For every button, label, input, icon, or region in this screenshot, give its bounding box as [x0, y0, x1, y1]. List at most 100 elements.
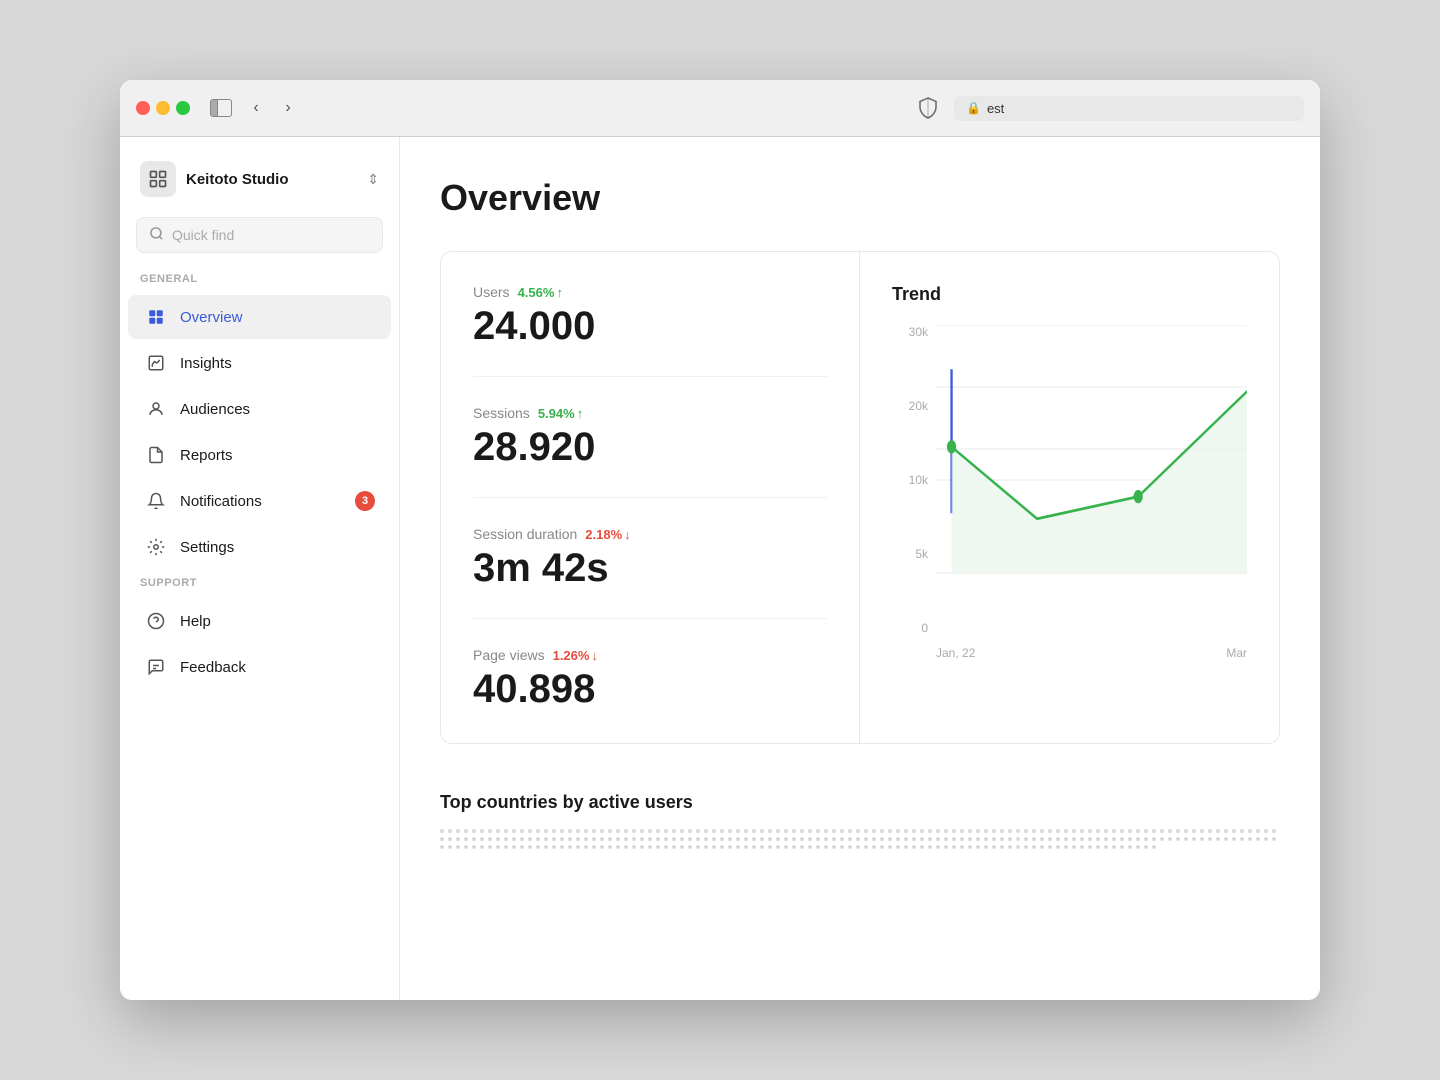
x-label-mar: Mar	[1226, 646, 1247, 660]
map-dot	[984, 837, 988, 841]
forward-button[interactable]: ›	[276, 96, 300, 120]
map-dot	[816, 829, 820, 833]
general-section-label: GENERAL	[120, 273, 399, 293]
map-dot	[1176, 829, 1180, 833]
reports-label: Reports	[180, 447, 375, 464]
workspace-name: Keitoto Studio	[186, 171, 357, 188]
map-dot	[1136, 837, 1140, 841]
map-dot	[512, 845, 516, 849]
map-dot	[1208, 837, 1212, 841]
map-dot	[1064, 837, 1068, 841]
map-dot	[656, 837, 660, 841]
stat-session-duration: Session duration 2.18% ↓ 3m 42s	[473, 526, 827, 619]
map-dot	[528, 829, 532, 833]
map-dot	[1024, 829, 1028, 833]
map-dot	[688, 845, 692, 849]
map-dot	[704, 829, 708, 833]
map-dot	[1112, 829, 1116, 833]
nav-section-general: GENERAL Overview	[120, 273, 399, 569]
map-dot	[1024, 837, 1028, 841]
map-dot	[752, 845, 756, 849]
map-dot	[448, 829, 452, 833]
map-dot	[1128, 837, 1132, 841]
map-dot	[1240, 829, 1244, 833]
map-dot	[952, 829, 956, 833]
map-dot	[608, 845, 612, 849]
map-dot	[968, 837, 972, 841]
map-dot	[864, 845, 868, 849]
map-dot	[736, 845, 740, 849]
map-dot	[1112, 845, 1116, 849]
sidebar-item-help[interactable]: Help	[128, 599, 391, 643]
workspace-header[interactable]: Keitoto Studio ⇕	[120, 157, 399, 217]
map-dot	[920, 837, 924, 841]
stats-panel: Users 4.56% ↑ 24.000 Sessions	[441, 252, 860, 743]
overview-icon	[144, 305, 168, 329]
map-dot	[768, 845, 772, 849]
map-dot	[448, 845, 452, 849]
back-button[interactable]: ‹	[244, 96, 268, 120]
map-dot	[1264, 837, 1268, 841]
feedback-icon	[144, 655, 168, 679]
trend-chart: 30k 20k 10k 5k 0	[892, 325, 1247, 665]
notifications-label: Notifications	[180, 493, 343, 510]
quick-find-search[interactable]: Quick find	[136, 217, 383, 253]
map-dot	[744, 837, 748, 841]
map-dot	[864, 837, 868, 841]
map-dot	[1016, 837, 1020, 841]
sidebar-toggle-icon[interactable]	[210, 99, 232, 117]
map-dot	[1072, 845, 1076, 849]
sidebar-item-reports[interactable]: Reports	[128, 433, 391, 477]
trend-panel: Trend 30k 20k 10k 5k 0	[860, 252, 1279, 743]
sidebar-item-overview[interactable]: Overview	[128, 295, 391, 339]
trend-title: Trend	[892, 284, 1247, 305]
address-bar[interactable]: 🔒 est	[954, 96, 1304, 121]
map-dot	[624, 837, 628, 841]
insights-label: Insights	[180, 355, 375, 372]
stat-sessions-header: Sessions 5.94% ↑	[473, 405, 827, 421]
stat-sessions-value: 28.920	[473, 425, 827, 469]
y-label-10k: 10k	[892, 473, 928, 487]
minimize-button[interactable]	[156, 101, 170, 115]
map-dot	[1136, 829, 1140, 833]
sidebar-item-settings[interactable]: Settings	[128, 525, 391, 569]
map-dot	[872, 829, 876, 833]
sidebar-item-audiences[interactable]: Audiences	[128, 387, 391, 431]
map-dot	[1048, 829, 1052, 833]
world-map	[440, 829, 1280, 949]
map-dot	[480, 845, 484, 849]
map-dot	[1096, 845, 1100, 849]
map-dot	[848, 829, 852, 833]
top-countries-title: Top countries by active users	[440, 792, 1280, 813]
map-dot	[1224, 829, 1228, 833]
stat-pageviews-label: Page views	[473, 647, 545, 663]
content-grid: Users 4.56% ↑ 24.000 Sessions	[440, 251, 1280, 744]
sidebar-item-insights[interactable]: Insights	[128, 341, 391, 385]
maximize-button[interactable]	[176, 101, 190, 115]
overview-label: Overview	[180, 309, 375, 326]
map-dot	[944, 829, 948, 833]
map-dot	[1160, 829, 1164, 833]
map-dot	[1032, 837, 1036, 841]
map-dot	[1040, 845, 1044, 849]
map-dot	[760, 829, 764, 833]
map-dot	[680, 829, 684, 833]
map-dot	[816, 845, 820, 849]
map-dot	[1240, 837, 1244, 841]
map-dot	[576, 845, 580, 849]
map-dot	[928, 845, 932, 849]
map-dot	[720, 829, 724, 833]
close-button[interactable]	[136, 101, 150, 115]
map-dot	[784, 845, 788, 849]
map-dot	[640, 845, 644, 849]
map-dot	[904, 829, 908, 833]
map-dot	[1152, 837, 1156, 841]
map-dot	[936, 829, 940, 833]
map-dot	[480, 829, 484, 833]
map-dot	[784, 829, 788, 833]
sidebar-item-notifications[interactable]: Notifications 3	[128, 479, 391, 523]
map-dot	[888, 845, 892, 849]
sidebar-item-feedback[interactable]: Feedback	[128, 645, 391, 689]
stat-sessions-label: Sessions	[473, 405, 530, 421]
y-label-0: 0	[892, 621, 928, 635]
